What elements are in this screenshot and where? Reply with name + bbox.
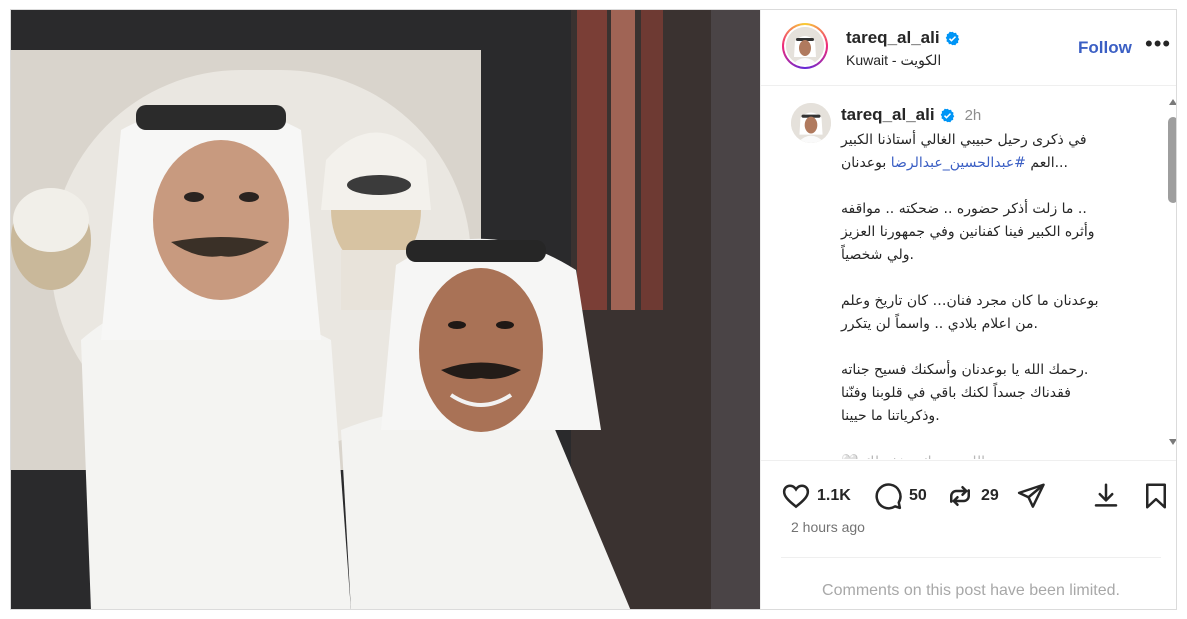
caption-line: وأثره الكبير فينا كفنانين وفي جمهورنا ال… bbox=[841, 224, 1095, 240]
share-button[interactable] bbox=[1016, 481, 1046, 511]
download-icon bbox=[1094, 483, 1118, 507]
caption-hashtag-link[interactable]: #عبدالحسين_عبدالرضا bbox=[891, 155, 1026, 171]
post-photo[interactable] bbox=[11, 10, 760, 609]
repost-count: 29 bbox=[981, 487, 999, 504]
like-count: 1.1K bbox=[817, 487, 851, 504]
caption-line: وذكرياتنا ما حيينا. bbox=[841, 408, 940, 424]
caption-timestamp[interactable]: 2h bbox=[965, 107, 982, 124]
repost-button[interactable]: 29 bbox=[945, 481, 999, 511]
caption-line: فقدناك جسداً لكنك باقي في قلوبنا وفنّنا bbox=[841, 385, 1071, 401]
post-side-panel: tareq_al_ali Kuwait - الكويت Follow ••• bbox=[760, 10, 1176, 609]
caption-header: tareq_al_ali 2h bbox=[841, 105, 981, 125]
scrollbar-thumb[interactable] bbox=[1168, 117, 1176, 203]
caption-line: 🤍 الله يرحمك ويغفر لك bbox=[841, 451, 1141, 459]
caption-line-gap bbox=[841, 428, 1141, 451]
caption-scrollbar[interactable] bbox=[1166, 95, 1176, 453]
author-username[interactable]: tareq_al_ali bbox=[846, 28, 960, 48]
more-options-icon[interactable]: ••• bbox=[1145, 33, 1171, 58]
caption-area: tareq_al_ali 2h في ذكرى رحيل حبيبي الغال… bbox=[761, 87, 1176, 459]
caption-line-gap bbox=[841, 175, 1141, 198]
caption-username[interactable]: tareq_al_ali bbox=[841, 105, 935, 125]
download-button[interactable] bbox=[1091, 481, 1121, 511]
comments-limited-notice: Comments on this post have been limited. bbox=[781, 557, 1161, 603]
caption-line: في ذكرى رحيل حبيبي الغالي أستاذنا الكبير bbox=[841, 132, 1087, 148]
bookmark-icon bbox=[1146, 483, 1166, 509]
caption-line: العم #عبدالحسين_عبدالرضا بوعدنان... bbox=[841, 152, 1141, 175]
caption-line-gap bbox=[841, 267, 1141, 290]
post-location[interactable]: Kuwait - الكويت bbox=[846, 52, 941, 69]
like-button[interactable]: 1.1K bbox=[781, 481, 851, 511]
scroll-up-arrow-icon[interactable] bbox=[1169, 99, 1176, 105]
verified-badge-icon bbox=[945, 31, 959, 45]
action-bar: 1.1K 50 29 bbox=[781, 473, 1171, 517]
author-username-text[interactable]: tareq_al_ali bbox=[846, 28, 940, 48]
post-photo-illustration bbox=[11, 10, 760, 609]
caption-line: ولي شخصياً. bbox=[841, 247, 914, 263]
post-time-ago[interactable]: 2 hours ago bbox=[791, 519, 865, 535]
caption-line: بوعدنان ما كان مجرد فنان… كان تاريخ وعلم bbox=[841, 293, 1099, 309]
save-button[interactable] bbox=[1141, 481, 1171, 511]
caption-line-gap bbox=[841, 336, 1141, 359]
heart-icon bbox=[782, 484, 810, 509]
send-icon bbox=[1017, 483, 1045, 508]
caption-line-prefix: العم bbox=[1025, 155, 1055, 171]
comment-button[interactable]: 50 bbox=[873, 481, 927, 511]
comment-count: 50 bbox=[909, 487, 927, 504]
caption-line: ما زلت أذكر حضوره .. ضحكته .. مواقفه .. bbox=[841, 201, 1087, 217]
caption-line: رحمك الله يا بوعدنان وأسكنك فسيح جناته. bbox=[841, 362, 1089, 378]
post-actions: 1.1K 50 29 2 hours ago Comments on this … bbox=[761, 460, 1176, 603]
repost-icon bbox=[950, 486, 970, 506]
follow-button[interactable]: Follow bbox=[1078, 38, 1132, 58]
caption-line: من اعلام بلادي .. واسماً لن يتكرر. bbox=[841, 316, 1038, 332]
post-frame: tareq_al_ali Kuwait - الكويت Follow ••• bbox=[10, 9, 1177, 610]
post-header: tareq_al_ali Kuwait - الكويت Follow ••• bbox=[761, 10, 1176, 86]
comment-bubble-icon bbox=[875, 483, 902, 510]
verified-badge-icon bbox=[940, 108, 954, 122]
author-avatar[interactable] bbox=[782, 23, 828, 69]
caption-text: في ذكرى رحيل حبيبي الغالي أستاذنا الكبير… bbox=[841, 129, 1141, 459]
scroll-down-arrow-icon[interactable] bbox=[1169, 439, 1176, 445]
caption-avatar[interactable] bbox=[791, 103, 831, 143]
